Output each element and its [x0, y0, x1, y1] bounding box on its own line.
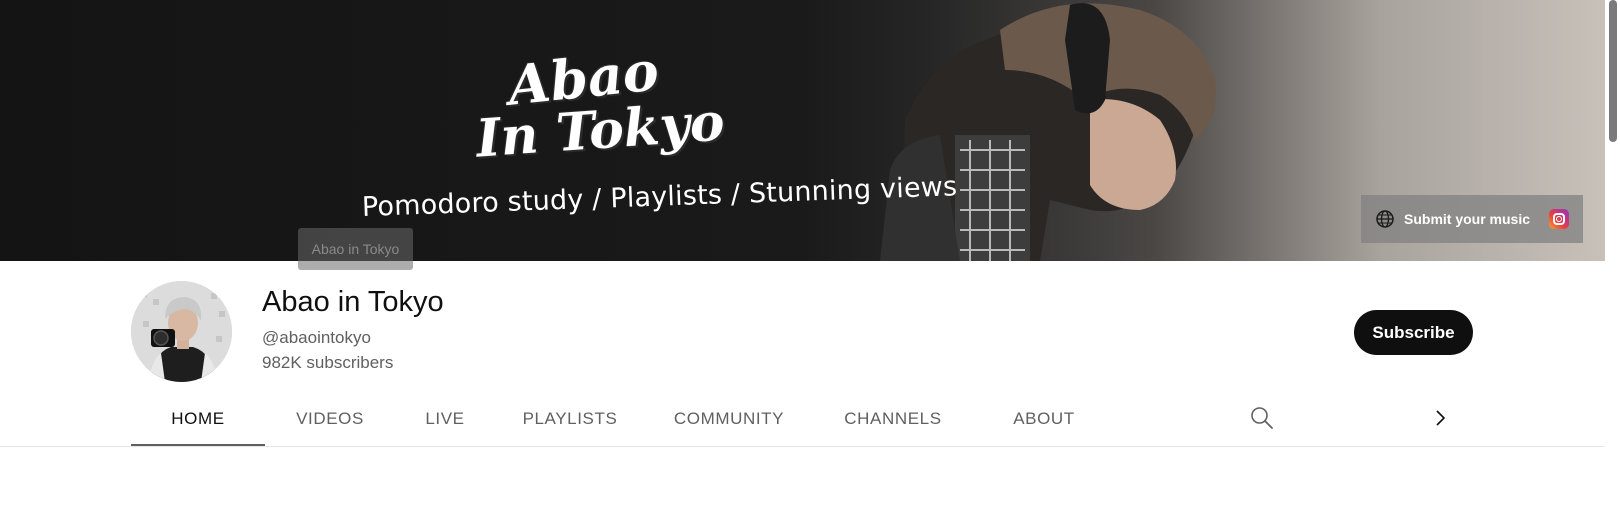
instagram-icon[interactable] [1549, 209, 1569, 229]
scrollbar-thumb[interactable] [1609, 0, 1617, 142]
tab-videos[interactable]: VIDEOS [265, 390, 395, 447]
banner-logo: Abao In Tokyo [468, 38, 728, 169]
subscriber-count: 982K subscribers [262, 353, 394, 372]
chevron-right-icon[interactable] [1428, 406, 1452, 430]
tab-channels[interactable]: CHANNELS [813, 390, 973, 447]
submit-music-link[interactable]: Submit your music [1404, 211, 1549, 227]
channel-avatar [131, 281, 232, 382]
search-icon[interactable] [1249, 405, 1275, 431]
channel-banner: Abao In Tokyo Pomodoro study / Playlists… [0, 0, 1605, 261]
tab-playlists[interactable]: PLAYLISTS [495, 390, 645, 447]
channel-name: Abao in Tokyo [262, 286, 444, 318]
subscribe-button[interactable]: Subscribe [1354, 310, 1473, 355]
channel-handle: @abaointokyo [262, 328, 371, 347]
tab-community[interactable]: COMMUNITY [645, 390, 813, 447]
tab-live[interactable]: LIVE [395, 390, 495, 447]
globe-icon [1376, 210, 1394, 228]
tabs-divider [0, 446, 1605, 447]
tab-about[interactable]: ABOUT [973, 390, 1115, 447]
avatar-image [131, 281, 232, 382]
tab-home[interactable]: HOME [131, 390, 265, 447]
banner-links[interactable]: Submit your music [1361, 195, 1583, 243]
scrollbar[interactable] [1605, 0, 1620, 506]
tooltip: Abao in Tokyo [298, 228, 413, 270]
